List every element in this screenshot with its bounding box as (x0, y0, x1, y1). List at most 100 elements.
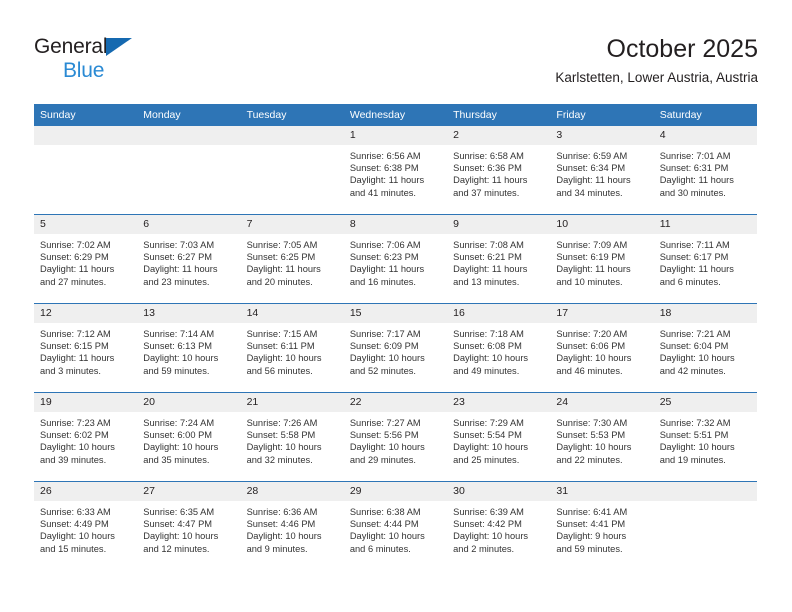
daylight-duration-line1: Daylight: 10 hours (556, 353, 632, 364)
day-cell: 23 Sunrise: 7:29 AM Sunset: 5:54 PM Dayligh… (447, 393, 551, 481)
daylight-duration-line1: Daylight: 11 hours (349, 175, 425, 186)
day-details: Sunrise: 6:56 AM Sunset: 6:38 PM Daylight:… (344, 145, 447, 199)
daylight-duration-line1: Daylight: 10 hours (349, 531, 425, 542)
calendar-day-cell[interactable]: 9 Sunrise: 7:08 AM Sunset: 6:21 PM Daylight… (447, 214, 551, 304)
sunset-time: Sunset: 5:58 PM (246, 430, 316, 441)
day-number: 10 (550, 215, 654, 234)
calendar-day-cell[interactable]: 18 Sunrise: 7:21 AM Sunset: 6:04 PM Dayligh… (653, 303, 757, 393)
day-number: 8 (343, 215, 448, 234)
sunrise-time: Sunrise: 7:21 AM (659, 329, 731, 339)
calendar-page: General Blue October 2025 Karlstetten, L… (0, 0, 792, 612)
calendar-day-cell[interactable]: 23 Sunrise: 7:29 AM Sunset: 5:54 PM Dayligh… (447, 392, 551, 482)
calendar-day-cell[interactable]: 19 Sunrise: 7:23 AM Sunset: 6:02 PM Dayligh… (34, 392, 138, 482)
sunrise-time: Sunrise: 7:30 AM (556, 418, 628, 428)
calendar-day-cell[interactable]: 15 Sunrise: 7:17 AM Sunset: 6:09 PM Dayligh… (343, 303, 448, 393)
calendar-body: 1 Sunrise: 6:56 AM Sunset: 6:38 PM Daylight… (34, 126, 757, 570)
sunrise-time: Sunrise: 6:39 AM (453, 507, 524, 517)
day-details: Sunrise: 7:11 AM Sunset: 6:17 PM Daylight:… (654, 234, 757, 288)
calendar-day-cell[interactable]: 10 Sunrise: 7:09 AM Sunset: 6:19 PM Dayligh… (550, 214, 654, 304)
calendar-day-cell[interactable]: 17 Sunrise: 7:20 AM Sunset: 6:06 PM Dayligh… (550, 303, 654, 393)
day-details: Sunrise: 7:20 AM Sunset: 6:06 PM Daylight:… (550, 323, 653, 377)
day-details: Sunrise: 6:41 AM Sunset: 4:41 PM Daylight:… (550, 501, 653, 555)
calendar-day-cell[interactable]: 29 Sunrise: 6:38 AM Sunset: 4:44 PM Dayligh… (343, 481, 448, 570)
day-number: 30 (447, 482, 551, 501)
day-cell: 16 Sunrise: 7:18 AM Sunset: 6:08 PM Dayligh… (447, 304, 551, 392)
calendar-day-cell[interactable]: 28 Sunrise: 6:36 AM Sunset: 4:46 PM Dayligh… (240, 481, 344, 570)
calendar-day-cell[interactable]: 13 Sunrise: 7:14 AM Sunset: 6:13 PM Dayligh… (137, 303, 241, 393)
calendar-day-cell[interactable]: 30 Sunrise: 6:39 AM Sunset: 4:42 PM Dayligh… (447, 481, 551, 570)
sunset-time: Sunset: 6:29 PM (40, 252, 109, 263)
day-number: 28 (240, 482, 344, 501)
calendar-day-cell[interactable]: 5 Sunrise: 7:02 AM Sunset: 6:29 PM Daylight… (34, 214, 138, 304)
day-details: Sunrise: 7:12 AM Sunset: 6:15 PM Daylight:… (34, 323, 137, 377)
day-cell: 22 Sunrise: 7:27 AM Sunset: 5:56 PM Dayligh… (343, 393, 448, 481)
calendar-day-cell[interactable]: 8 Sunrise: 7:06 AM Sunset: 6:23 PM Daylight… (343, 214, 448, 304)
day-cell: 29 Sunrise: 6:38 AM Sunset: 4:44 PM Dayligh… (343, 482, 448, 570)
calendar-day-cell[interactable]: 12 Sunrise: 7:12 AM Sunset: 6:15 PM Dayligh… (34, 303, 138, 393)
daylight-duration-line2: and 49 minutes. (453, 365, 520, 376)
calendar-day-cell[interactable]: 6 Sunrise: 7:03 AM Sunset: 6:27 PM Daylight… (137, 214, 241, 304)
daylight-duration-line2: and 46 minutes. (556, 365, 623, 376)
calendar-day-cell[interactable]: 22 Sunrise: 7:27 AM Sunset: 5:56 PM Dayligh… (343, 392, 448, 482)
logo-blue-label: Blue (63, 59, 105, 82)
day-number: 29 (343, 482, 448, 501)
daylight-duration-line2: and 15 minutes. (40, 543, 107, 554)
sunset-time: Sunset: 4:42 PM (453, 519, 522, 530)
daylight-duration-line2: and 56 minutes. (246, 365, 313, 376)
sunset-time: Sunset: 6:00 PM (143, 430, 213, 441)
day-details: Sunrise: 7:01 AM Sunset: 6:31 PM Daylight:… (654, 145, 757, 199)
calendar-day-cell[interactable]: 26 Sunrise: 6:33 AM Sunset: 4:49 PM Dayligh… (34, 481, 138, 570)
daylight-duration-line2: and 27 minutes. (40, 276, 107, 287)
day-number: 27 (137, 482, 241, 501)
day-cell-empty (653, 482, 757, 570)
sunset-time: Sunset: 6:02 PM (40, 430, 109, 441)
calendar-day-cell[interactable]: 31 Sunrise: 6:41 AM Sunset: 4:41 PM Dayligh… (550, 481, 654, 570)
sunrise-time: Sunrise: 6:35 AM (143, 507, 215, 517)
calendar-day-cell[interactable]: 2 Sunrise: 6:58 AM Sunset: 6:36 PM Daylight… (447, 126, 551, 215)
sunset-time: Sunset: 5:53 PM (556, 430, 626, 441)
calendar-day-cell[interactable]: 27 Sunrise: 6:35 AM Sunset: 4:47 PM Dayligh… (137, 481, 241, 570)
daylight-duration-line2: and 6 minutes. (659, 276, 721, 287)
weekday-header-tuesday: Tuesday (240, 104, 344, 126)
day-details: Sunrise: 7:15 AM Sunset: 6:11 PM Daylight:… (241, 323, 344, 377)
day-cell: 25 Sunrise: 7:32 AM Sunset: 5:51 PM Dayligh… (653, 393, 757, 481)
calendar-day-cell[interactable]: 7 Sunrise: 7:05 AM Sunset: 6:25 PM Daylight… (240, 214, 344, 304)
sunrise-time: Sunrise: 6:59 AM (556, 151, 628, 161)
calendar-day-cell[interactable]: 1 Sunrise: 6:56 AM Sunset: 6:38 PM Daylight… (343, 126, 448, 215)
day-number: 9 (447, 215, 551, 234)
sunrise-time: Sunrise: 7:17 AM (349, 329, 421, 339)
sunset-time: Sunset: 6:23 PM (349, 252, 419, 263)
calendar-day-cell[interactable]: 25 Sunrise: 7:32 AM Sunset: 5:51 PM Dayligh… (653, 392, 757, 482)
day-details: Sunrise: 6:58 AM Sunset: 6:36 PM Daylight:… (447, 145, 550, 199)
weekday-header-friday: Friday (550, 104, 654, 126)
calendar-day-cell[interactable] (240, 126, 344, 215)
daylight-duration-line1: Daylight: 11 hours (143, 264, 218, 275)
calendar-day-cell[interactable]: 21 Sunrise: 7:26 AM Sunset: 5:58 PM Dayligh… (240, 392, 344, 482)
daylight-duration-line2: and 39 minutes. (40, 454, 107, 465)
calendar-day-cell[interactable]: 3 Sunrise: 6:59 AM Sunset: 6:34 PM Daylight… (550, 126, 654, 215)
calendar-day-cell[interactable]: 24 Sunrise: 7:30 AM Sunset: 5:53 PM Dayligh… (550, 392, 654, 482)
daylight-duration-line1: Daylight: 10 hours (246, 531, 322, 542)
daylight-duration-line1: Daylight: 10 hours (246, 442, 322, 453)
day-cell: 6 Sunrise: 7:03 AM Sunset: 6:27 PM Daylight… (137, 215, 241, 303)
calendar-day-cell[interactable] (34, 126, 138, 215)
sunset-time: Sunset: 4:49 PM (40, 519, 109, 530)
calendar-day-cell[interactable]: 16 Sunrise: 7:18 AM Sunset: 6:08 PM Dayligh… (447, 303, 551, 393)
calendar-day-cell[interactable] (137, 126, 241, 215)
day-cell: 2 Sunrise: 6:58 AM Sunset: 6:36 PM Daylight… (447, 126, 551, 214)
weekday-header-wednesday: Wednesday (343, 104, 448, 126)
day-cell: 8 Sunrise: 7:06 AM Sunset: 6:23 PM Daylight… (343, 215, 448, 303)
calendar-day-cell[interactable]: 11 Sunrise: 7:11 AM Sunset: 6:17 PM Dayligh… (653, 214, 757, 304)
day-details: Sunrise: 7:24 AM Sunset: 6:00 PM Daylight:… (137, 412, 240, 466)
calendar-day-cell[interactable]: 14 Sunrise: 7:15 AM Sunset: 6:11 PM Dayligh… (240, 303, 344, 393)
day-cell: 10 Sunrise: 7:09 AM Sunset: 6:19 PM Dayligh… (550, 215, 654, 303)
sunrise-time: Sunrise: 7:12 AM (40, 329, 111, 339)
sunrise-time: Sunrise: 7:08 AM (453, 240, 524, 250)
calendar-day-cell[interactable]: 20 Sunrise: 7:24 AM Sunset: 6:00 PM Dayligh… (137, 392, 241, 482)
generalblue-logo[interactable]: General Blue (34, 36, 224, 86)
sunset-time: Sunset: 4:47 PM (143, 519, 213, 530)
calendar-day-cell[interactable] (653, 481, 757, 570)
calendar-day-cell[interactable]: 4 Sunrise: 7:01 AM Sunset: 6:31 PM Daylight… (653, 126, 757, 215)
calendar-week-row: 19 Sunrise: 7:23 AM Sunset: 6:02 PM Dayligh… (34, 392, 757, 482)
daylight-duration-line1: Daylight: 11 hours (453, 175, 528, 186)
